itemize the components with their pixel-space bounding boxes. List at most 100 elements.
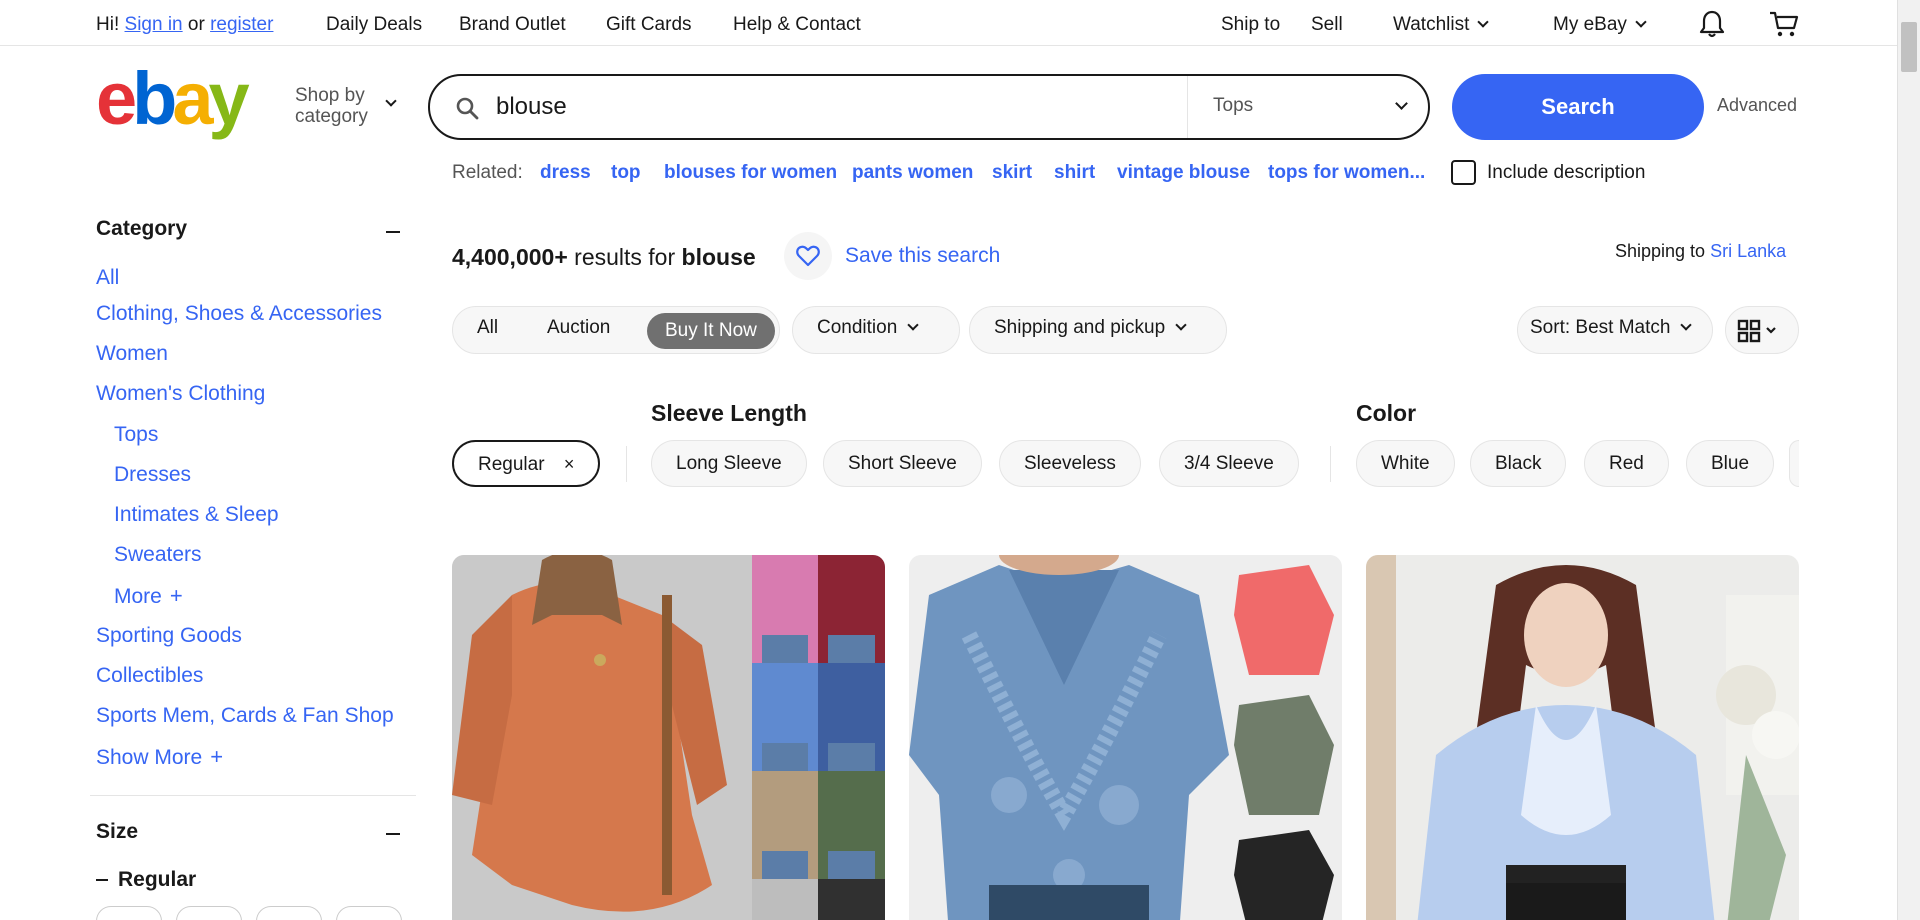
- my-ebay-menu[interactable]: My eBay: [1553, 14, 1647, 36]
- category-sporting-goods-link[interactable]: Sporting Goods: [96, 624, 242, 648]
- daily-deals-link[interactable]: Daily Deals: [326, 14, 422, 36]
- ship-to-link[interactable]: Ship to: [1221, 14, 1280, 36]
- my-ebay-label: My eBay: [1553, 14, 1627, 35]
- page-scrollbar[interactable]: [1897, 0, 1920, 920]
- cart-icon[interactable]: [1769, 10, 1799, 43]
- chip-black[interactable]: Black: [1470, 440, 1567, 487]
- results-number: 4,400,000+: [452, 244, 568, 270]
- results-count: 4,400,000+ results for blouse: [452, 244, 756, 271]
- brand-outlet-link[interactable]: Brand Outlet: [459, 14, 566, 36]
- category-select[interactable]: Tops: [1213, 95, 1253, 117]
- size-option[interactable]: [96, 906, 162, 920]
- greeting-text: Hi!: [96, 14, 120, 35]
- related-link[interactable]: dress: [540, 162, 591, 184]
- category-clothing-link[interactable]: Clothing, Shoes & Accessories: [96, 302, 382, 326]
- chevron-down-icon: [1477, 16, 1490, 28]
- sell-link[interactable]: Sell: [1311, 14, 1343, 36]
- chevron-down-icon[interactable]: [1395, 97, 1408, 110]
- advanced-search-link[interactable]: Advanced: [1717, 95, 1797, 116]
- grid-view-icon[interactable]: [1737, 319, 1785, 348]
- product-image[interactable]: [452, 555, 885, 920]
- sleeve-length-heading: Sleeve Length: [651, 400, 807, 426]
- search-button[interactable]: Search: [1452, 74, 1704, 140]
- chip-long-sleeve[interactable]: Long Sleeve: [651, 440, 807, 487]
- chip-blue[interactable]: Blue: [1686, 440, 1775, 487]
- collapse-minus-icon[interactable]: [96, 879, 108, 881]
- bell-icon[interactable]: [1699, 10, 1725, 43]
- tab-all[interactable]: All: [477, 317, 498, 339]
- chip-short-sleeve[interactable]: Short Sleeve: [823, 440, 982, 487]
- search-input[interactable]: [496, 88, 1096, 126]
- related-link[interactable]: shirt: [1054, 162, 1095, 184]
- more-categories-link[interactable]: More +: [114, 583, 183, 609]
- related-link[interactable]: vintage blouse: [1117, 162, 1250, 184]
- subcategory-intimates-link[interactable]: Intimates & Sleep: [114, 503, 279, 527]
- size-option[interactable]: [336, 906, 402, 920]
- include-description-label: Include description: [1487, 162, 1646, 183]
- collapse-minus-icon[interactable]: [386, 231, 400, 233]
- search-icon: [455, 96, 479, 125]
- related-link[interactable]: blouses for women: [664, 162, 837, 184]
- save-search-button[interactable]: [784, 232, 832, 280]
- close-icon[interactable]: ×: [564, 454, 575, 474]
- search-bar: Tops: [428, 74, 1430, 140]
- or-text: or: [187, 14, 205, 35]
- checkbox-box[interactable]: [1451, 160, 1476, 185]
- shipping-pickup-dropdown[interactable]: Shipping and pickup: [969, 306, 1227, 354]
- svg-text:ebay: ebay: [96, 66, 250, 140]
- related-link[interactable]: tops for women...: [1268, 162, 1425, 184]
- product-image[interactable]: [1366, 555, 1799, 920]
- tab-buy-it-now[interactable]: Buy It Now: [647, 313, 775, 349]
- subcategory-sweaters-link[interactable]: Sweaters: [114, 543, 202, 567]
- related-link[interactable]: skirt: [992, 162, 1032, 184]
- chevron-down-icon: [385, 95, 397, 107]
- save-search-link[interactable]: Save this search: [845, 244, 1000, 268]
- gift-cards-link[interactable]: Gift Cards: [606, 14, 692, 36]
- category-collectibles-link[interactable]: Collectibles: [96, 664, 203, 688]
- greeting-group: Hi! Sign in or register: [96, 14, 273, 36]
- collapse-minus-icon[interactable]: [386, 833, 400, 835]
- chip-three-quarter-sleeve[interactable]: 3/4 Sleeve: [1159, 440, 1299, 487]
- tab-auction[interactable]: Auction: [547, 317, 610, 339]
- size-regular-heading: Regular: [118, 868, 197, 891]
- chip-red[interactable]: Red: [1584, 440, 1669, 487]
- show-more-link[interactable]: Show More +: [96, 744, 223, 770]
- chip-overflow[interactable]: [1789, 440, 1799, 487]
- selected-regular-chip[interactable]: Regular ×: [452, 440, 601, 487]
- help-contact-link[interactable]: Help & Contact: [733, 14, 861, 36]
- sidebar-divider: [90, 795, 416, 796]
- category-sports-mem-link[interactable]: Sports Mem, Cards & Fan Shop: [96, 704, 394, 728]
- ebay-logo[interactable]: ebay: [96, 57, 272, 140]
- plus-icon: +: [210, 744, 224, 769]
- more-label: More: [114, 585, 162, 608]
- subcategory-dresses-link[interactable]: Dresses: [114, 463, 191, 487]
- watchlist-menu[interactable]: Watchlist: [1393, 14, 1490, 36]
- category-women-link[interactable]: Women: [96, 342, 168, 366]
- related-searches: Related: dress top blouses for women pan…: [452, 162, 1425, 184]
- size-option[interactable]: [176, 906, 242, 920]
- category-label: category: [295, 106, 368, 127]
- condition-dropdown[interactable]: Condition: [792, 306, 960, 354]
- related-link[interactable]: top: [611, 162, 641, 184]
- sign-in-link[interactable]: Sign in: [125, 14, 183, 35]
- shop-by-label: Shop by: [295, 85, 365, 106]
- subcategory-tops-link[interactable]: Tops: [114, 423, 158, 447]
- chip-sleeveless[interactable]: Sleeveless: [999, 440, 1141, 487]
- chevron-down-icon: [1680, 319, 1693, 331]
- related-link[interactable]: pants women: [852, 162, 973, 184]
- category-womens-clothing-link[interactable]: Women's Clothing: [96, 382, 265, 406]
- top-navigation-bar: Hi! Sign in or register Daily Deals Bran…: [0, 0, 1897, 46]
- scrollbar-thumb[interactable]: [1901, 22, 1917, 72]
- sort-dropdown[interactable]: Sort: Best Match: [1517, 306, 1713, 354]
- sort-label: Sort: Best Match: [1530, 317, 1671, 338]
- chevron-down-icon: [1635, 16, 1647, 28]
- size-option[interactable]: [256, 906, 322, 920]
- condition-label: Condition: [817, 317, 898, 338]
- register-link[interactable]: register: [210, 14, 273, 35]
- category-all-link[interactable]: All: [96, 266, 119, 290]
- product-image[interactable]: [909, 555, 1342, 920]
- shop-by-category-button[interactable]: Shop by category: [295, 85, 397, 127]
- chip-white[interactable]: White: [1356, 440, 1455, 487]
- show-more-label: Show More: [96, 746, 203, 769]
- shipping-location-link[interactable]: Sri Lanka: [1710, 241, 1786, 261]
